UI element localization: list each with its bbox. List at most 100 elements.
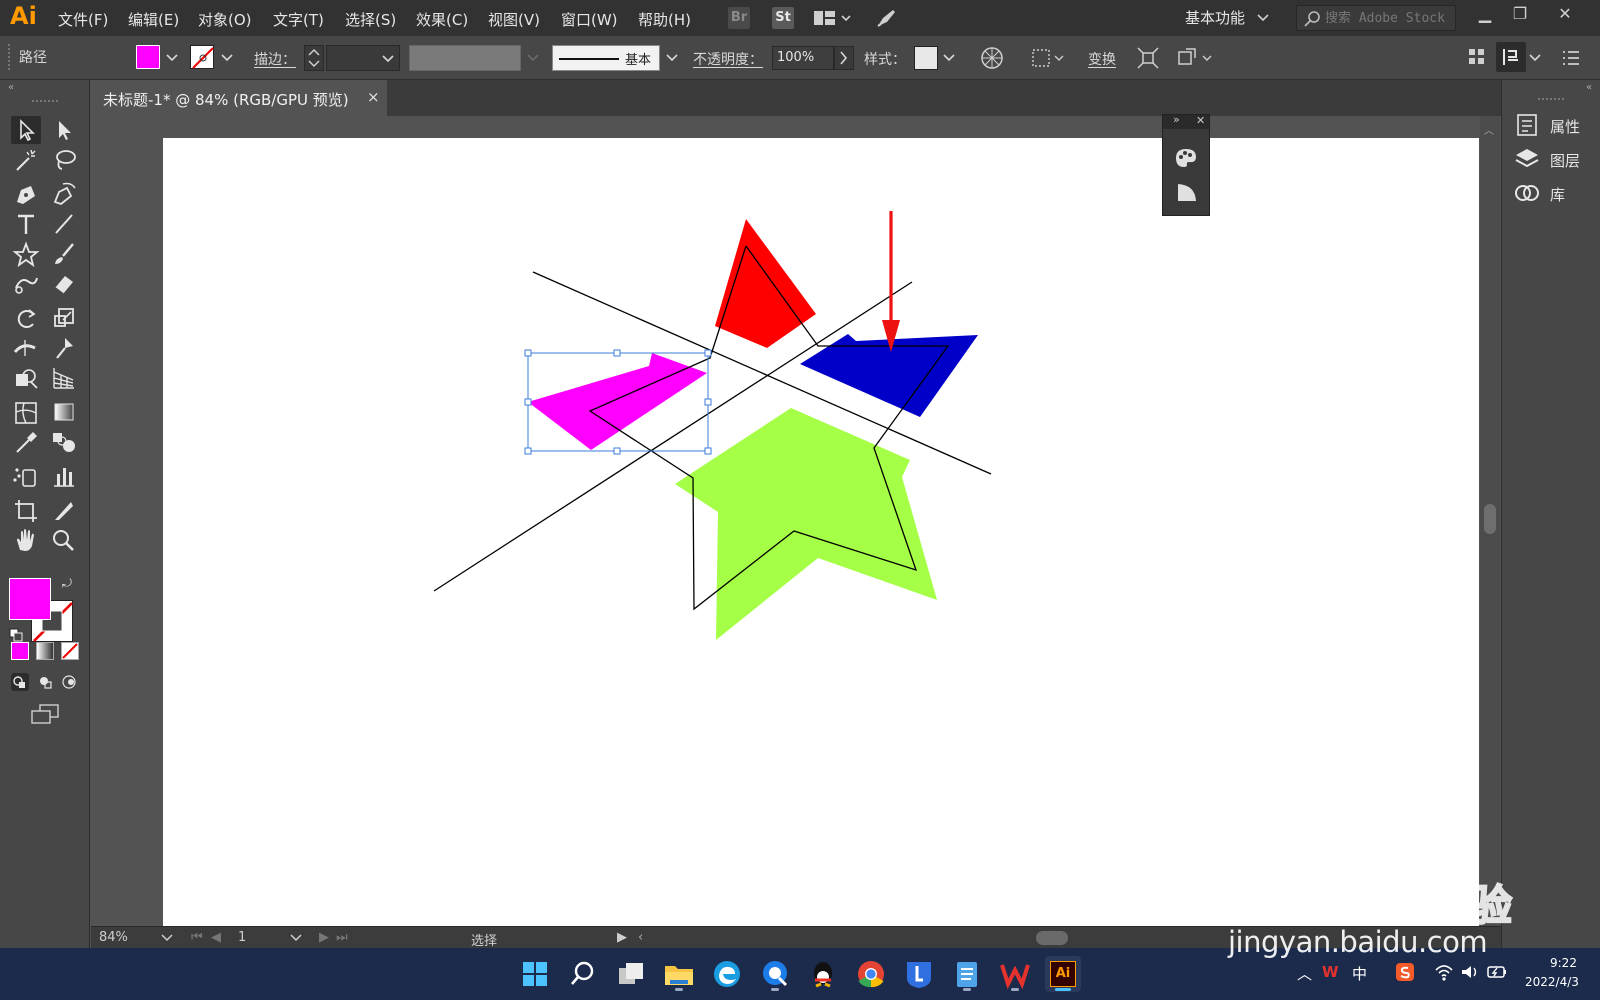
transform-link[interactable]: 变换: [1088, 49, 1116, 69]
isolate-object-icon[interactable]: [1136, 46, 1160, 70]
close-panel-icon[interactable]: ✕: [1196, 114, 1205, 127]
menu-edit[interactable]: 编辑(E): [128, 9, 179, 30]
stock-search-input[interactable]: [1325, 9, 1453, 27]
puppet-warp-tool-icon[interactable]: [49, 334, 79, 362]
gradient-tool-icon[interactable]: [49, 398, 79, 426]
menu-view[interactable]: 视图(V): [488, 9, 540, 30]
color-guide-icon[interactable]: [1173, 146, 1199, 168]
tray-overflow-icon[interactable]: ︿: [1297, 963, 1312, 984]
libraries-panel-tab[interactable]: 库: [1512, 180, 1598, 208]
sogou-ime-icon[interactable]: [1395, 962, 1415, 982]
search-icon[interactable]: [565, 956, 601, 992]
chevron-down-icon[interactable]: [161, 932, 173, 944]
default-fill-stroke-icon[interactable]: [9, 628, 23, 642]
vertical-scrollbar[interactable]: ︿: [1480, 116, 1500, 926]
align-to-icon[interactable]: [1030, 46, 1066, 70]
stroke-weight-field[interactable]: [326, 45, 400, 71]
grip-handle[interactable]: [32, 100, 58, 104]
wifi-icon[interactable]: [1434, 963, 1454, 981]
rotate-tool-icon[interactable]: [11, 304, 41, 332]
scrollbar-thumb[interactable]: [1484, 504, 1496, 534]
quickq-icon[interactable]: [757, 956, 793, 992]
minimize-button[interactable]: ▁: [1470, 3, 1500, 25]
slice-tool-icon[interactable]: [49, 496, 79, 524]
close-tab-button[interactable]: ×: [367, 88, 380, 106]
task-view-icon[interactable]: [613, 956, 649, 992]
draw-inside-icon[interactable]: [60, 672, 80, 692]
lenovo-icon[interactable]: [901, 956, 937, 992]
qq-icon[interactable]: [805, 956, 841, 992]
artboard[interactable]: [163, 138, 1479, 926]
properties-panel-tab[interactable]: 属性: [1512, 112, 1598, 140]
menu-effect[interactable]: 效果(C): [416, 9, 468, 30]
symbol-sprayer-tool-icon[interactable]: [11, 462, 41, 490]
workspace-switcher[interactable]: 基本功能: [1185, 7, 1245, 28]
lasso-tool-icon[interactable]: [49, 146, 79, 174]
chevron-down-icon[interactable]: [290, 932, 302, 944]
star-tool-icon[interactable]: [11, 240, 41, 268]
perspective-grid-tool-icon[interactable]: [49, 364, 79, 392]
notepad-icon[interactable]: [949, 956, 985, 992]
horizontal-scrollbar-thumb[interactable]: [1036, 931, 1068, 945]
blend-tool-icon[interactable]: [49, 428, 79, 456]
opacity-field[interactable]: 100%: [772, 46, 834, 70]
arrange-icon[interactable]: [1176, 46, 1216, 70]
edge-icon[interactable]: [709, 956, 745, 992]
change-screen-mode-icon[interactable]: [30, 702, 60, 726]
grip-handle[interactable]: [8, 44, 11, 70]
brush-definition[interactable]: 基本: [552, 45, 660, 71]
variable-width-profile[interactable]: [409, 45, 521, 71]
clock-time[interactable]: 9:22: [1550, 956, 1577, 970]
eraser-tool-icon[interactable]: [49, 270, 79, 298]
shape-builder-tool-icon[interactable]: [11, 364, 41, 392]
status-menu-arrow-icon[interactable]: ▶: [617, 930, 627, 945]
swap-fill-stroke-icon[interactable]: ⤾: [62, 576, 72, 591]
recolor-artwork-icon[interactable]: [980, 46, 1004, 70]
mesh-tool-icon[interactable]: [11, 398, 41, 426]
graphic-style-swatch[interactable]: [914, 46, 938, 70]
grip-handle[interactable]: [1538, 98, 1564, 102]
type-tool-icon[interactable]: [11, 210, 41, 238]
input-method-indicator[interactable]: 中: [1352, 963, 1367, 984]
arrange-documents-icon[interactable]: [812, 8, 852, 28]
paintbrush-tool-icon[interactable]: [49, 240, 79, 268]
document-tab[interactable]: 未标题-1* @ 84% (RGB/GPU 预览) ×: [91, 80, 387, 116]
selection-tool-icon[interactable]: [11, 116, 41, 144]
artboard-number-field[interactable]: 1: [238, 930, 246, 945]
opacity-expand-button[interactable]: [834, 46, 854, 70]
scroll-up-icon[interactable]: ︿: [1484, 122, 1494, 137]
bridge-icon[interactable]: Br: [728, 7, 750, 29]
expand-panel-icon[interactable]: »: [1173, 113, 1180, 126]
illustrator-icon[interactable]: Ai: [1045, 956, 1081, 992]
fill-color-swatch[interactable]: [136, 45, 160, 69]
previous-artboard-icon[interactable]: ◀: [211, 930, 221, 945]
gpu-performance-icon[interactable]: [875, 6, 899, 30]
first-artboard-icon[interactable]: ⏮: [191, 930, 203, 945]
eyedropper-tool-icon[interactable]: [11, 428, 41, 456]
chevron-down-icon[interactable]: [220, 51, 234, 65]
next-artboard-icon[interactable]: ▶: [319, 930, 329, 945]
wps-tray-icon[interactable]: W: [1322, 963, 1339, 981]
chevron-down-icon[interactable]: [165, 51, 179, 65]
last-artboard-icon[interactable]: ⏭: [336, 930, 348, 945]
collapse-dock-icon[interactable]: «: [1586, 82, 1592, 93]
stroke-weight-stepper[interactable]: [304, 45, 324, 71]
floating-panel-header[interactable]: » ✕: [1163, 113, 1209, 129]
menu-window[interactable]: 窗口(W): [561, 9, 618, 30]
close-window-button[interactable]: ✕: [1550, 3, 1580, 25]
draw-normal-icon[interactable]: [10, 672, 30, 692]
collapse-panel-icon[interactable]: «: [8, 82, 14, 93]
pen-tool-icon[interactable]: [11, 180, 41, 208]
color-mode-icon[interactable]: [11, 642, 29, 660]
menu-file[interactable]: 文件(F): [58, 9, 108, 30]
stock-search-box[interactable]: [1296, 5, 1456, 31]
volume-icon[interactable]: [1460, 963, 1480, 981]
chrome-icon[interactable]: [853, 956, 889, 992]
zoom-tool-icon[interactable]: [49, 526, 79, 554]
magic-wand-tool-icon[interactable]: [11, 146, 41, 174]
opacity-label[interactable]: 不透明度：: [693, 49, 763, 69]
scale-tool-icon[interactable]: [49, 304, 79, 332]
hamburger-menu-icon[interactable]: [1562, 50, 1580, 66]
zoom-level-field[interactable]: 84%: [99, 930, 128, 945]
fill-swatch-front[interactable]: [9, 578, 51, 620]
